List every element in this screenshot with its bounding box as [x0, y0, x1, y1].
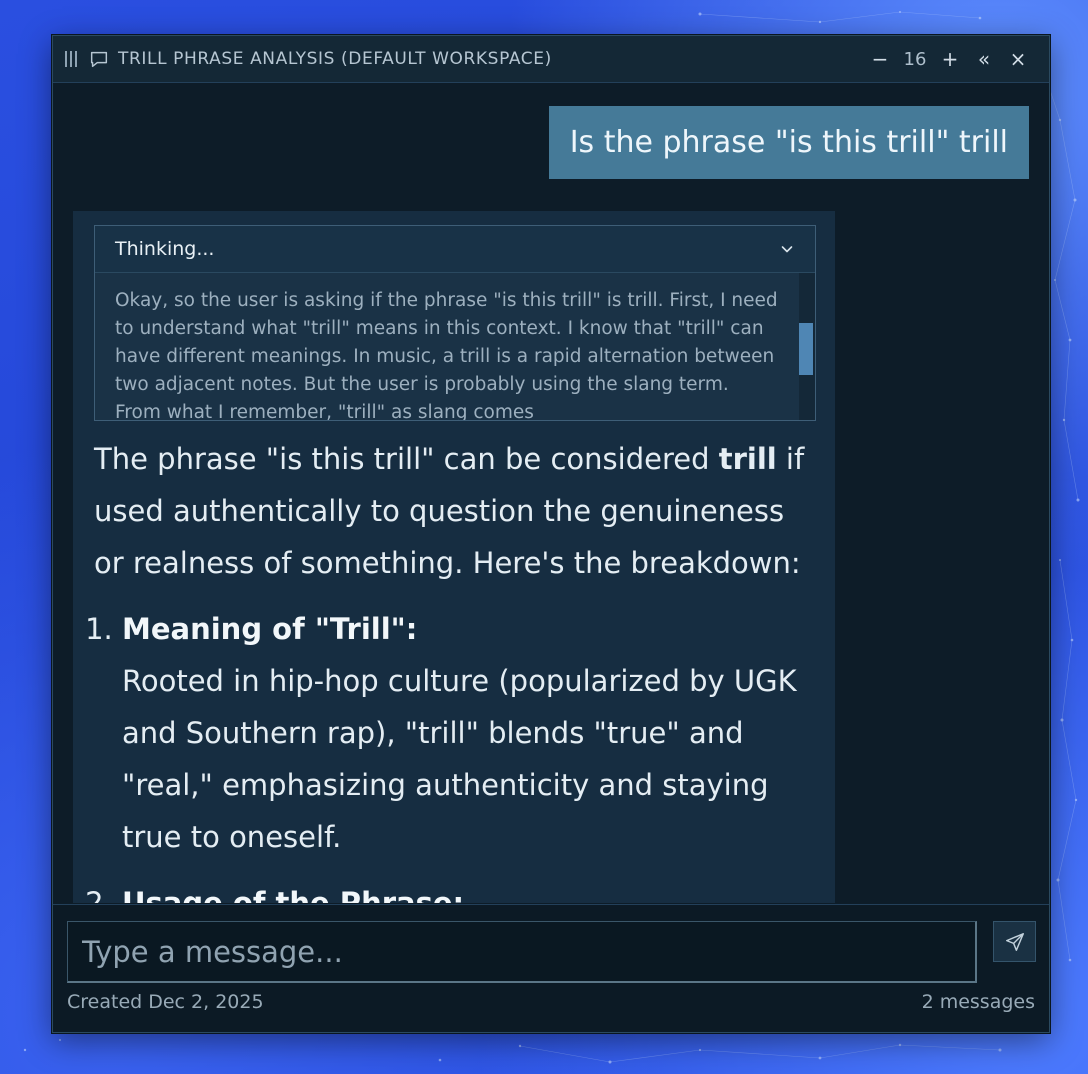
intro-bold: trill [718, 442, 777, 476]
window-title: TRILL PHRASE ANALYSIS (DEFAULT WORKSPACE… [118, 49, 552, 69]
zoom-in-button[interactable]: + [933, 47, 967, 71]
thinking-scrollbar[interactable] [799, 273, 815, 420]
message-input[interactable] [67, 921, 977, 983]
intro-text: The phrase "is this trill" can be consid… [94, 442, 719, 476]
thinking-label: Thinking... [115, 238, 215, 260]
list-item: Usage of the Phrase: [122, 877, 814, 903]
send-icon [1005, 932, 1024, 951]
list-item: Meaning of "Trill": Rooted in hip-hop cu… [122, 603, 814, 863]
composer: Created Dec 2, 2025 2 messages [53, 904, 1049, 1032]
zoom-out-button[interactable]: − [863, 47, 897, 71]
list-item-heading: Meaning of "Trill": [122, 612, 418, 646]
chat-bubble-icon [90, 51, 108, 68]
created-date: Created Dec 2, 2025 [67, 991, 264, 1013]
zoom-level: 16 [903, 48, 927, 70]
scrollbar-thumb[interactable] [799, 323, 813, 375]
send-button[interactable] [993, 921, 1036, 962]
window-controls: − 16 + « × [863, 47, 1035, 71]
assistant-answer: The phrase "is this trill" can be consid… [94, 433, 814, 903]
user-message: Is the phrase "is this trill" trill [548, 106, 1029, 179]
chat-window: TRILL PHRASE ANALYSIS (DEFAULT WORKSPACE… [52, 35, 1050, 1033]
close-button[interactable]: × [1001, 47, 1035, 71]
collapse-button[interactable]: « [967, 47, 1001, 71]
title-bar[interactable]: TRILL PHRASE ANALYSIS (DEFAULT WORKSPACE… [53, 36, 1049, 83]
thinking-toggle[interactable]: Thinking... [95, 226, 815, 273]
assistant-message: Thinking... Okay, so the user is asking … [73, 211, 835, 903]
thinking-text: Okay, so the user is asking if the phras… [115, 290, 778, 420]
chevron-down-icon[interactable] [779, 241, 795, 257]
message-list[interactable]: Is the phrase "is this trill" trill Thin… [53, 83, 1049, 903]
list-item-heading: Usage of the Phrase: [122, 886, 465, 903]
drag-handle-icon[interactable] [65, 51, 79, 67]
message-count: 2 messages [921, 991, 1035, 1013]
thinking-panel: Thinking... Okay, so the user is asking … [94, 225, 816, 421]
list-item-body: Rooted in hip-hop culture (popularized b… [122, 664, 797, 854]
breakdown-list: Meaning of "Trill": Rooted in hip-hop cu… [94, 603, 814, 903]
answer-intro: The phrase "is this trill" can be consid… [94, 433, 814, 589]
